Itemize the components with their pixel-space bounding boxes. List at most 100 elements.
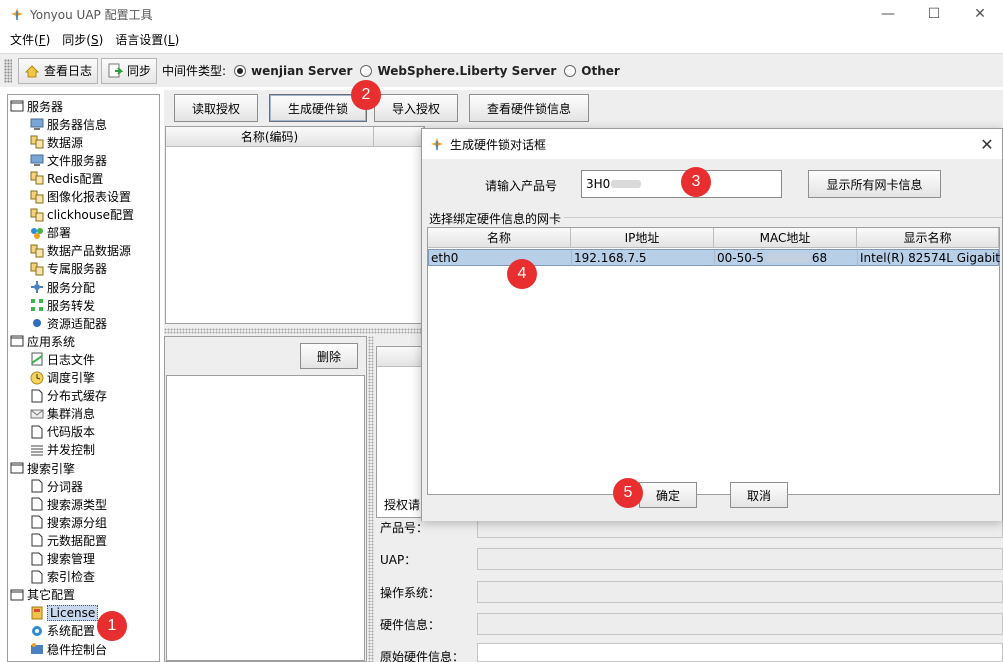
page-icon (31, 479, 43, 493)
tree-item-label: 集群消息 (47, 407, 96, 422)
tree-item-label: License (47, 604, 99, 621)
adapter-icon (33, 319, 41, 328)
hardware-info-field[interactable] (477, 613, 1003, 635)
os-field[interactable] (477, 581, 1003, 603)
tree-item[interactable]: Redis配置 (30, 169, 103, 187)
tree-group[interactable]: 应用系统 (10, 332, 75, 350)
sync-button[interactable]: 同步 (101, 57, 158, 84)
original-hardware-info-field[interactable] (477, 643, 1003, 662)
column-header-extra[interactable] (374, 127, 424, 147)
menu-sync[interactable]: 同步(S) (62, 31, 103, 48)
ok-button[interactable]: 确定 (639, 482, 697, 508)
tree-item-label: 文件服务器 (47, 153, 108, 168)
tree-item[interactable]: 数据产品数据源 (30, 242, 131, 260)
tree-item[interactable]: 索引检查 (30, 568, 95, 586)
tree-item[interactable]: 分布式缓存 (30, 387, 107, 405)
tree-item[interactable]: 服务分配 (30, 278, 95, 296)
folder-icon (10, 589, 24, 601)
logfile-icon (31, 352, 43, 366)
tree-item-label: 资源适配器 (47, 316, 108, 331)
tree-item[interactable]: 搜索源分组 (30, 513, 107, 531)
tree-item[interactable]: 部署 (30, 224, 71, 242)
tree-item[interactable]: 搜索管理 (30, 550, 95, 568)
tree-item-label: 日志文件 (47, 352, 96, 367)
detail-column-header[interactable] (377, 347, 427, 367)
import-license-button[interactable]: 导入授权 (374, 94, 458, 122)
column-header-mac[interactable]: MAC地址 (714, 228, 857, 248)
close-window-button[interactable]: ✕ (957, 0, 1003, 28)
vertical-splitter[interactable] (368, 336, 374, 662)
title-bar: Yonyou UAP 配置工具 — ☐ ✕ (0, 0, 1003, 28)
delete-button[interactable]: 删除 (300, 343, 358, 369)
column-header-display-name[interactable]: 显示名称 (857, 228, 999, 248)
tree-item[interactable]: 分词器 (30, 477, 83, 495)
tree-item[interactable]: 搜索源类型 (30, 495, 107, 513)
tree-item-label: 代码版本 (47, 425, 96, 440)
nic-mac-cell: 00-50-5 68 (715, 250, 858, 266)
page-icon (31, 552, 43, 565)
minimize-button[interactable]: — (865, 0, 911, 28)
product-input-label: 请输入产品号 (485, 179, 558, 193)
tree-item[interactable]: 元数据配置 (30, 531, 107, 549)
tree-item-label: 服务转发 (47, 298, 96, 313)
dialog-title-bar[interactable]: 生成硬件锁对话框 (422, 129, 1002, 159)
show-all-nic-button[interactable]: 显示所有网卡信息 (808, 170, 941, 198)
view-lock-info-button[interactable]: 查看硬件锁信息 (469, 94, 589, 122)
tree-item[interactable]: 并发控制 (30, 441, 95, 459)
license-table[interactable]: 名称(编码) (165, 126, 425, 324)
radio-dot[interactable] (564, 64, 577, 77)
tree-item[interactable]: 文件服务器 (30, 151, 107, 169)
tree-item[interactable]: 稳件控制台 (30, 640, 107, 658)
delete-list[interactable] (166, 375, 365, 661)
radio-wenjian-server[interactable]: wenjian Server (234, 64, 352, 78)
menu-bar: 文件(F) 同步(S) 语言设置(L) (0, 28, 1003, 50)
tree-item[interactable]: 系统配置 (30, 622, 95, 640)
toolbar-grip[interactable] (4, 58, 12, 83)
tree-group[interactable]: 服务器 (10, 97, 63, 115)
tree-item[interactable]: 日志文件 (30, 350, 95, 368)
tree-item[interactable]: clickhouse配置 (30, 206, 134, 224)
maximize-button[interactable]: ☐ (911, 0, 957, 28)
column-header-ip[interactable]: IP地址 (571, 228, 714, 248)
read-license-button[interactable]: 读取授权 (174, 94, 258, 122)
tree-item[interactable]: 专属服务器 (30, 260, 107, 278)
lines-icon (31, 445, 43, 456)
view-log-label: 查看日志 (44, 64, 93, 78)
page-icon (31, 533, 43, 547)
dialog-close-icon[interactable]: ✕ (978, 135, 996, 154)
radio-dot[interactable] (234, 64, 247, 77)
sync-icon (108, 63, 124, 77)
menu-language[interactable]: 语言设置(L) (115, 31, 179, 48)
tree-item[interactable]: 调度引擎 (30, 369, 95, 387)
column-header-name[interactable]: 名称 (428, 228, 571, 248)
tree-item[interactable]: 代码版本 (30, 423, 95, 441)
datasource-icon (30, 190, 44, 203)
cancel-button[interactable]: 取消 (730, 482, 788, 508)
menu-file[interactable]: 文件(F) (10, 31, 50, 48)
redacted-mask (611, 180, 642, 188)
tree-item[interactable]: License (30, 604, 99, 622)
tree-item-label: 分词器 (47, 479, 84, 494)
toolbar: 查看日志 同步 中间件类型: wenjian Server WebSphere.… (0, 53, 1003, 87)
tree-item[interactable]: 服务转发 (30, 296, 95, 314)
tree-item-label: 稳件控制台 (47, 642, 108, 657)
folder-icon (10, 462, 24, 474)
datasource-icon (30, 244, 44, 258)
tree-item[interactable]: 集群消息 (30, 405, 95, 423)
view-log-button[interactable]: 查看日志 (18, 57, 99, 84)
tree-item[interactable]: 图像化报表设置 (30, 188, 131, 206)
hardware-info-label: 硬件信息： (380, 618, 441, 632)
uap-field[interactable] (477, 548, 1003, 570)
radio-label: Other (581, 63, 620, 78)
radio-dot[interactable] (360, 64, 373, 77)
column-header-name[interactable]: 名称(编码) (166, 127, 374, 147)
tree-item[interactable]: 数据源 (30, 133, 83, 151)
radio-websphere-liberty[interactable]: WebSphere.Liberty Server (360, 64, 556, 78)
allocate-icon (31, 281, 43, 293)
radio-other[interactable]: Other (564, 64, 620, 78)
tree-group[interactable]: 搜索引擎 (10, 459, 75, 477)
tree-item[interactable]: 资源适配器 (30, 314, 107, 332)
tree-group[interactable]: 其它配置 (10, 586, 75, 604)
tree-item[interactable]: 服务器信息 (30, 115, 107, 133)
os-label: 操作系统： (380, 586, 441, 600)
